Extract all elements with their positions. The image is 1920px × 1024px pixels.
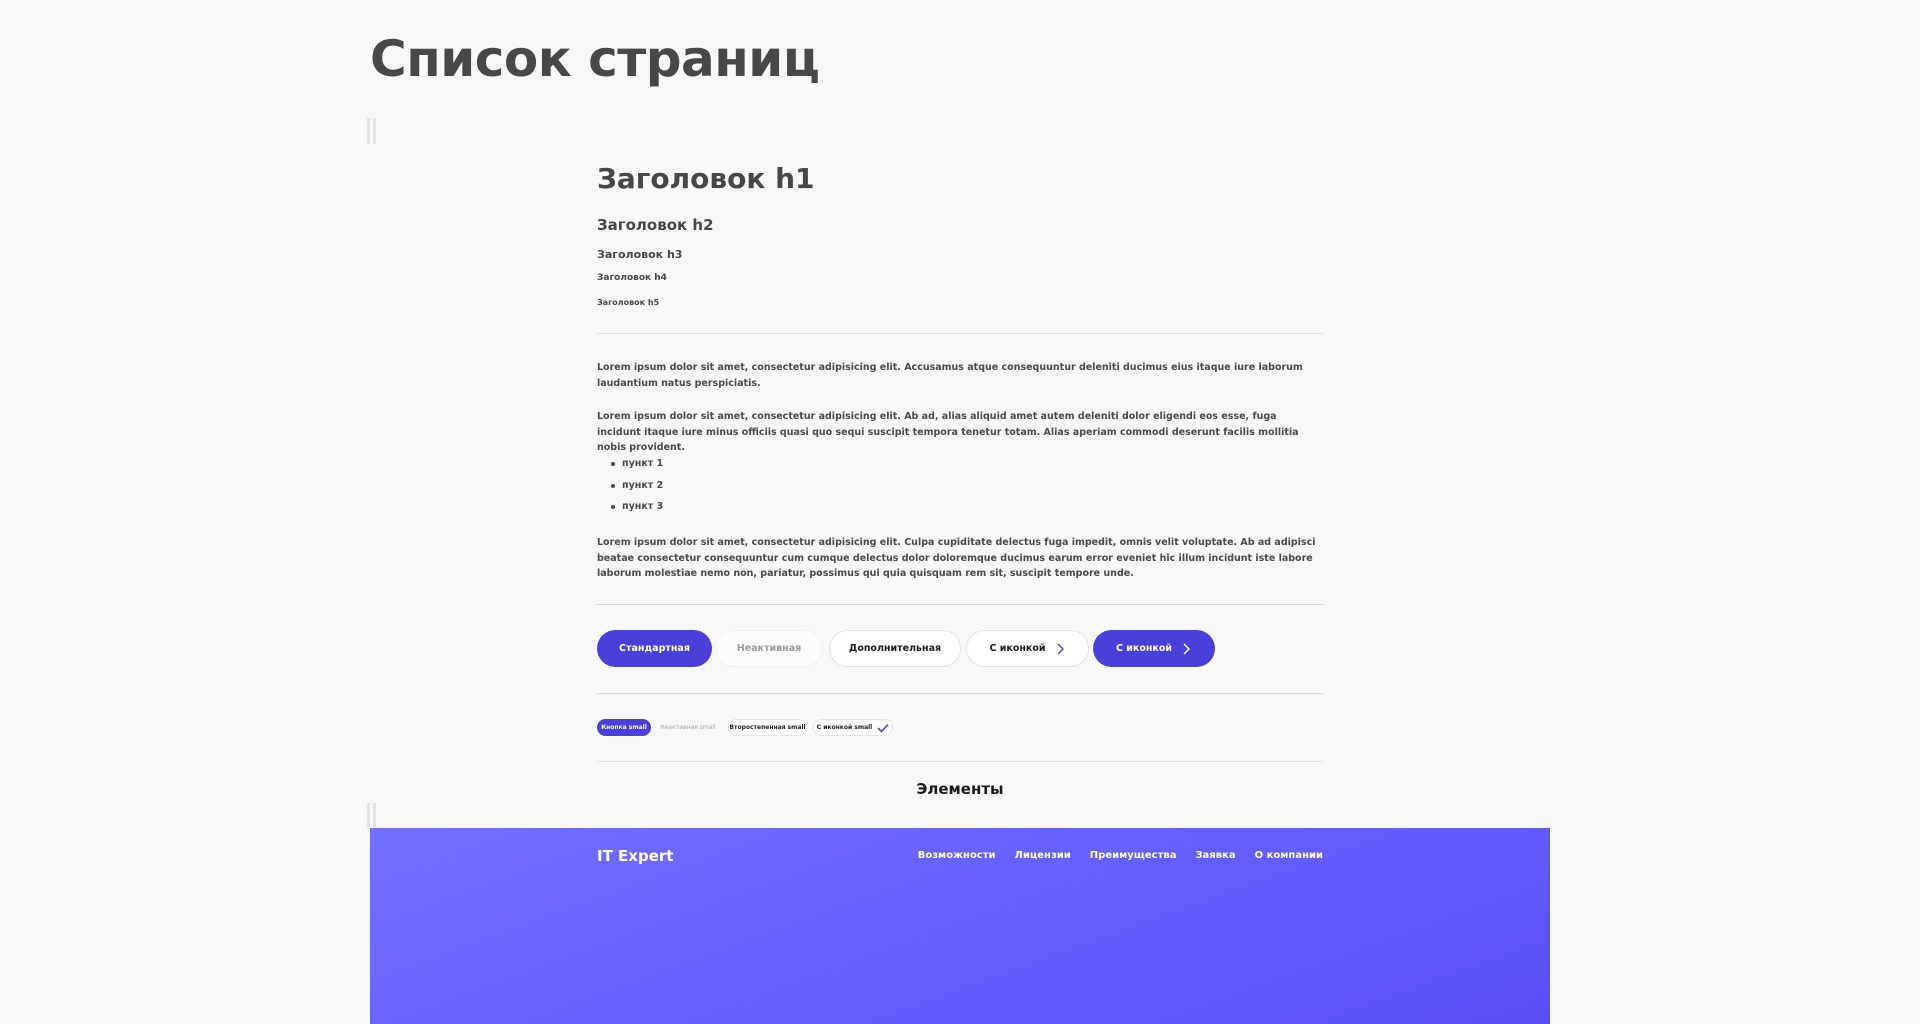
nav-link-request[interactable]: Заявка xyxy=(1195,850,1235,861)
icon-primary-button-label: С иконкой xyxy=(1115,643,1173,654)
inactive-button-label: Неактивная xyxy=(736,643,802,654)
paragraph-2: Lorem ipsum dolor sit amet, consectetur … xyxy=(597,411,1299,453)
divider xyxy=(597,604,1323,605)
heading-h5: Заголовок h5 xyxy=(597,298,660,307)
divider xyxy=(597,761,1323,762)
list-item: пункт 1 xyxy=(597,458,663,480)
small-secondary-button[interactable]: Второстепенная small xyxy=(728,719,807,736)
divider xyxy=(597,333,1323,334)
small-icon-button[interactable]: С иконкой small xyxy=(813,719,893,736)
list-item: пункт 2 xyxy=(597,480,663,502)
nav-link-about[interactable]: О компании xyxy=(1255,850,1323,861)
divider xyxy=(597,693,1323,694)
check-icon xyxy=(877,723,889,733)
small-icon-button-label: С иконкой small xyxy=(816,724,873,731)
small-primary-button[interactable]: Кнопка small xyxy=(597,719,651,736)
additional-button-label: Дополнительная xyxy=(848,643,942,654)
button-row: Стандартная Неактивная Дополнительная С … xyxy=(597,630,1323,667)
standard-button[interactable]: Стандартная xyxy=(597,630,712,667)
small-inactive-button-label: Неактивная small xyxy=(660,724,716,731)
drag-handle-top xyxy=(367,118,377,144)
paragraph-1: Lorem ipsum dolor sit amet, consectetur … xyxy=(597,362,1303,389)
icon-outline-button[interactable]: С иконкой xyxy=(966,630,1089,667)
nav-link-licenses[interactable]: Лицензии xyxy=(1015,850,1071,861)
heading-h3: Заголовок h3 xyxy=(597,248,683,261)
standard-button-label: Стандартная xyxy=(619,643,690,654)
heading-h1: Заголовок h1 xyxy=(597,162,815,195)
footer-nav: Возможности Лицензии Преимущества Заявка… xyxy=(918,850,1323,861)
heading-h4: Заголовок h4 xyxy=(597,273,667,283)
icon-outline-button-label: С иконкой xyxy=(989,643,1046,654)
nav-link-advantages[interactable]: Преимущества xyxy=(1090,850,1177,861)
footer-logo[interactable]: IT Expert xyxy=(597,847,673,865)
small-secondary-button-label: Второстепенная small xyxy=(729,724,806,731)
list-item: пункт 3 xyxy=(597,501,663,523)
additional-button[interactable]: Дополнительная xyxy=(829,630,961,667)
bullet-list: пункт 1 пункт 2 пункт 3 xyxy=(597,458,663,523)
page-title: Список страниц xyxy=(370,30,820,88)
small-button-row: Кнопка small Неактивная small Второстепе… xyxy=(597,719,1323,736)
icon-primary-button[interactable]: С иконкой xyxy=(1093,630,1215,667)
chevron-right-icon xyxy=(1057,643,1064,654)
footer: IT Expert Возможности Лицензии Преимущес… xyxy=(370,828,1550,1024)
nav-link-features[interactable]: Возможности xyxy=(918,850,996,861)
drag-handle-bottom xyxy=(367,803,377,829)
heading-h2: Заголовок h2 xyxy=(597,216,714,234)
small-inactive-button[interactable]: Неактивная small xyxy=(657,719,719,736)
small-primary-button-label: Кнопка small xyxy=(601,724,647,731)
chevron-right-icon xyxy=(1183,643,1191,654)
paragraph-3: Lorem ipsum dolor sit amet, consectetur … xyxy=(597,537,1316,579)
inactive-button[interactable]: Неактивная xyxy=(715,630,823,667)
elements-section-title: Элементы xyxy=(916,780,1004,798)
